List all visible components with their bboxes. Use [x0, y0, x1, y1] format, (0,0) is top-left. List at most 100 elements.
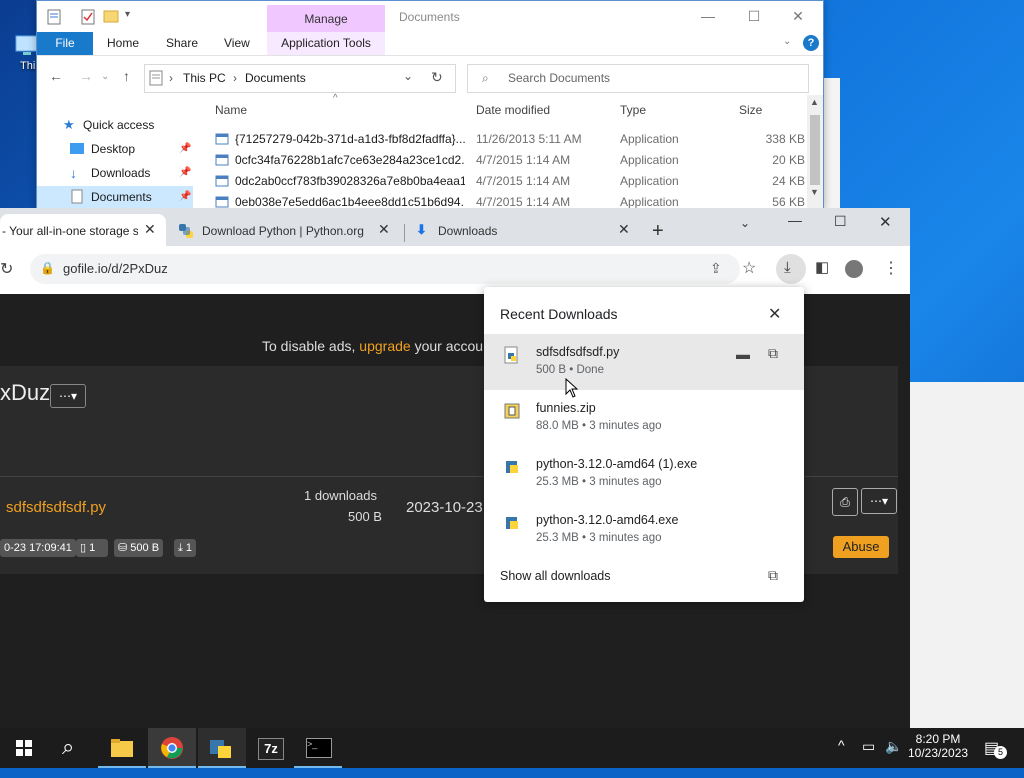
profile-avatar-icon[interactable]	[845, 260, 863, 278]
forward-arrow-icon[interactable]: →	[79, 68, 93, 84]
new-tab-icon[interactable]: +	[652, 220, 664, 243]
file-name: 0eb038e7e5edd6ac1b4eee8dd1c51b6d94...	[235, 195, 465, 209]
view-tab[interactable]: View	[224, 36, 250, 50]
file-type: Application	[620, 132, 679, 146]
volume-muted-icon[interactable]: 🔈	[885, 738, 902, 778]
expand-ribbon-icon[interactable]: ⌄	[783, 36, 791, 47]
reload-icon[interactable]: ↻	[0, 259, 13, 279]
table-row[interactable]: 0cfc34fa76228b1afc7ce63e284a23ce1cd2... …	[207, 150, 807, 171]
show-all-downloads-link[interactable]: Show all downloads	[500, 569, 611, 583]
up-arrow-icon[interactable]: ↑	[123, 68, 130, 84]
quick-access-dropdown-icon[interactable]: ▾	[125, 9, 130, 20]
share-tab[interactable]: Share	[166, 36, 198, 50]
maximize-icon[interactable]: ☐	[731, 1, 777, 32]
minimize-icon[interactable]: —	[685, 1, 731, 32]
table-row[interactable]: 0dc2ab0ccf783fb39028326a7e8b0ba4eaa1... …	[207, 171, 807, 192]
file-link[interactable]: sdfsdfsdfsdf.py	[6, 499, 106, 516]
scroll-up-icon[interactable]: ▲	[810, 97, 819, 107]
file-menu-button[interactable]: ⋯▾	[861, 488, 897, 514]
7zip-taskbar-button[interactable]: 7z	[246, 728, 294, 768]
checkmark-icon[interactable]	[81, 9, 95, 25]
more-menu-icon[interactable]: ⋮	[883, 258, 899, 278]
breadcrumb-documents[interactable]: Documents	[245, 71, 306, 85]
zip-file-icon	[504, 403, 520, 419]
installer-icon	[506, 461, 518, 473]
open-external-icon[interactable]: ⧉	[768, 345, 778, 362]
address-bar[interactable]: › This PC › Documents ⌄ ↻	[144, 64, 456, 93]
tab-gofile[interactable]: - Your all-in-one storage s ✕	[0, 214, 166, 246]
column-name[interactable]: Name	[215, 103, 247, 117]
minimize-icon[interactable]: —	[788, 212, 802, 228]
tab-separator	[404, 224, 405, 242]
file-tab[interactable]: File	[37, 32, 93, 55]
help-icon[interactable]: ?	[803, 35, 819, 51]
python-icon	[179, 224, 193, 238]
clock[interactable]: 8:20 PM 10/23/2023	[908, 728, 968, 768]
scroll-down-icon[interactable]: ▼	[810, 187, 819, 197]
nav-item-desktop[interactable]: Desktop 📌	[37, 138, 193, 160]
show-hidden-icons-icon[interactable]: ^	[838, 737, 845, 777]
scroll-thumb[interactable]	[810, 115, 820, 185]
notification-center-button[interactable]: ▤ 5	[980, 728, 1010, 768]
bookmark-star-icon[interactable]: ☆	[742, 258, 756, 278]
column-size[interactable]: Size	[739, 103, 762, 117]
column-date-modified[interactable]: Date modified	[476, 103, 550, 117]
close-tab-icon[interactable]: ✕	[618, 221, 630, 238]
vertical-scrollbar[interactable]: ▲ ▼	[807, 95, 823, 209]
documents-icon	[71, 189, 83, 204]
tab-python[interactable]: Download Python | Python.org ✕	[170, 214, 402, 246]
lock-icon[interactable]: 🔒	[40, 261, 55, 275]
file-name: {71257279-042b-371d-a1d3-fbf8d2fadffa}..…	[235, 132, 465, 146]
python-installer-taskbar-button[interactable]	[198, 728, 246, 768]
breadcrumb-this-pc[interactable]: This PC	[183, 71, 226, 85]
file-size: 338 KB	[765, 132, 805, 146]
url-bar[interactable]: 🔒 gofile.io/d/2PxDuz ⇪	[30, 254, 740, 284]
installer-icon	[506, 517, 518, 529]
properties-icon[interactable]	[47, 9, 61, 25]
download-status: 88.0 MB • 3 minutes ago	[536, 420, 662, 432]
maximize-icon[interactable]: ☐	[834, 213, 847, 230]
chrome-taskbar-button[interactable]	[148, 728, 196, 768]
abuse-button[interactable]: Abuse	[833, 536, 889, 558]
download-item[interactable]: python-3.12.0-amd64 (1).exe 25.3 MB • 3 …	[484, 446, 804, 502]
close-icon[interactable]: ✕	[768, 304, 781, 324]
close-icon[interactable]: ✕	[775, 1, 821, 32]
manage-tab[interactable]: Manage	[267, 5, 385, 33]
download-item[interactable]: sdfsdfsdfsdf.py 500 B • Done ▬ ⧉	[484, 334, 804, 390]
folder-menu-button[interactable]: ⋯▾	[50, 384, 86, 408]
download-item[interactable]: python-3.12.0-amd64.exe 25.3 MB • 3 minu…	[484, 502, 804, 558]
network-icon[interactable]: ▭	[862, 738, 875, 778]
download-file-button[interactable]: ⎙	[832, 488, 858, 516]
download-item[interactable]: funnies.zip 88.0 MB • 3 minutes ago	[484, 390, 804, 446]
download-name: sdfsdfsdfsdf.py	[536, 345, 620, 359]
close-tab-icon[interactable]: ✕	[144, 221, 156, 238]
tab-search-icon[interactable]: ⌄	[740, 216, 750, 230]
downloads-button[interactable]: ⤓	[776, 254, 806, 284]
terminal-taskbar-button[interactable]: >_	[294, 728, 342, 768]
nav-item-documents[interactable]: Documents 📌	[37, 186, 193, 208]
search-button[interactable]: ⌕	[48, 728, 96, 768]
close-tab-icon[interactable]: ✕	[378, 221, 390, 238]
start-button[interactable]	[0, 728, 48, 768]
nav-item-quick-access[interactable]: ★ Quick access	[37, 114, 193, 136]
side-panel-icon[interactable]: ◧	[815, 258, 829, 276]
table-row[interactable]: {71257279-042b-371d-a1d3-fbf8d2fadffa}..…	[207, 129, 807, 150]
tab-downloads[interactable]: ⬇ Downloads ✕	[408, 214, 638, 246]
application-tools-tab[interactable]: Application Tools	[267, 32, 385, 55]
refresh-icon[interactable]: ↻	[431, 69, 443, 86]
show-in-folder-icon[interactable]: ▬	[736, 346, 750, 362]
file-explorer-taskbar-button[interactable]	[98, 728, 146, 768]
search-input[interactable]: ⌕ Search Documents	[467, 64, 809, 93]
home-tab[interactable]: Home	[107, 36, 139, 50]
nav-item-downloads[interactable]: ↓ Downloads 📌	[37, 162, 193, 184]
7zip-icon: 7z	[258, 738, 284, 760]
open-external-icon[interactable]: ⧉	[768, 567, 778, 584]
address-dropdown-icon[interactable]: ⌄	[403, 69, 413, 83]
column-type[interactable]: Type	[620, 103, 646, 117]
close-window-icon[interactable]: ✕	[879, 213, 892, 231]
share-icon[interactable]: ⇪	[710, 260, 722, 277]
recent-locations-icon[interactable]: ⌄	[101, 71, 109, 82]
new-folder-icon[interactable]	[103, 9, 119, 23]
back-arrow-icon[interactable]: ←	[49, 68, 63, 84]
upgrade-link[interactable]: upgrade	[359, 338, 410, 354]
